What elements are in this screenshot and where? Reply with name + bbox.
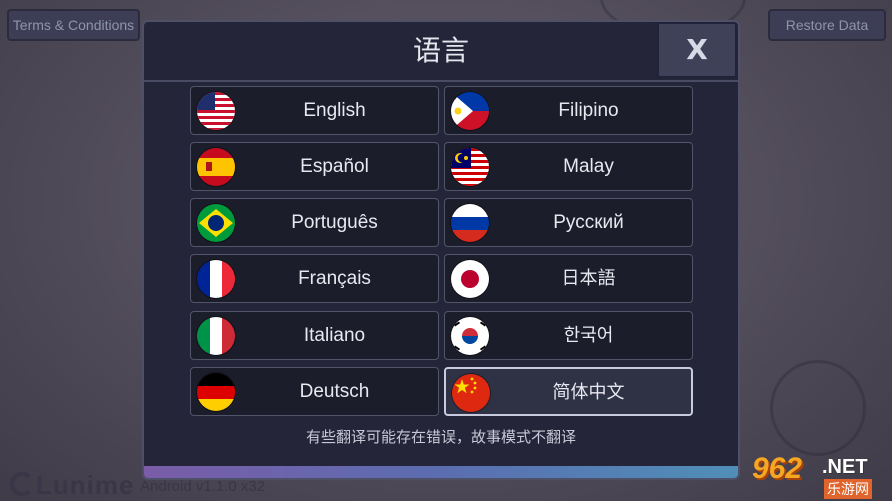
- language-option-italian[interactable]: Italiano: [190, 311, 439, 360]
- language-option-filipino[interactable]: Filipino: [444, 86, 693, 135]
- language-dialog: 语言 X English Filipino Español Malay Port…: [142, 20, 740, 480]
- language-label: Français: [298, 268, 371, 289]
- language-label: Filipino: [558, 100, 619, 121]
- watermark: 962 .NET 乐游网: [752, 452, 888, 499]
- brand-name: Lunime: [36, 470, 135, 500]
- restore-data-button[interactable]: Restore Data: [768, 9, 886, 41]
- language-option-german[interactable]: Deutsch: [190, 367, 439, 416]
- malaysia-flag-icon: [451, 148, 489, 186]
- language-option-russian[interactable]: Русский: [444, 198, 693, 247]
- russia-flag-icon: [451, 204, 489, 242]
- language-label: Русский: [553, 212, 624, 233]
- language-label: Deutsch: [299, 381, 370, 402]
- language-label: Português: [291, 212, 378, 233]
- language-option-simplified-chinese[interactable]: 简体中文: [444, 367, 693, 416]
- dialog-title: 语言: [412, 34, 469, 67]
- brazil-flag-icon: [197, 204, 235, 242]
- language-label: English: [303, 100, 366, 121]
- japan-flag-icon: [451, 260, 489, 298]
- language-label: Malay: [563, 156, 614, 177]
- us-flag-icon: [197, 92, 235, 130]
- brand-logo: Lunime: [10, 470, 134, 501]
- translation-note: 有些翻译可能存在错误，故事模式不翻译: [305, 428, 576, 446]
- watermark-site: 乐游网: [824, 479, 872, 499]
- france-flag-icon: [197, 260, 235, 298]
- language-label: Español: [300, 156, 369, 177]
- language-label: 日本語: [561, 268, 616, 289]
- language-option-portuguese[interactable]: Português: [190, 198, 439, 247]
- background-doodle: [770, 360, 866, 456]
- language-label: Italiano: [303, 325, 366, 346]
- language-option-english[interactable]: English: [190, 86, 439, 135]
- language-option-korean[interactable]: 한국어: [444, 311, 693, 360]
- language-option-french[interactable]: Français: [190, 254, 439, 303]
- language-label: 简体中文: [552, 382, 625, 403]
- language-option-malay[interactable]: Malay: [444, 142, 693, 191]
- language-label: 한국어: [563, 325, 614, 346]
- language-option-spanish[interactable]: Español: [190, 142, 439, 191]
- dialog-bottom-bar: [144, 466, 738, 478]
- terms-conditions-button[interactable]: Terms & Conditions: [7, 9, 140, 41]
- lunime-logo-icon: [10, 472, 34, 496]
- close-button[interactable]: X: [657, 22, 737, 78]
- watermark-number: 962: [752, 452, 803, 485]
- watermark-net: .NET: [822, 456, 868, 478]
- dialog-header: 语言 X: [144, 22, 738, 82]
- italy-flag-icon: [197, 317, 235, 355]
- philippines-flag-icon: [451, 92, 489, 130]
- germany-flag-icon: [197, 373, 235, 411]
- korea-flag-icon: [451, 317, 489, 355]
- version-text: Android v1.1.0 x32: [140, 478, 266, 495]
- spain-flag-icon: [197, 148, 235, 186]
- language-option-japanese[interactable]: 日本語: [444, 254, 693, 303]
- china-flag-icon: [452, 374, 490, 412]
